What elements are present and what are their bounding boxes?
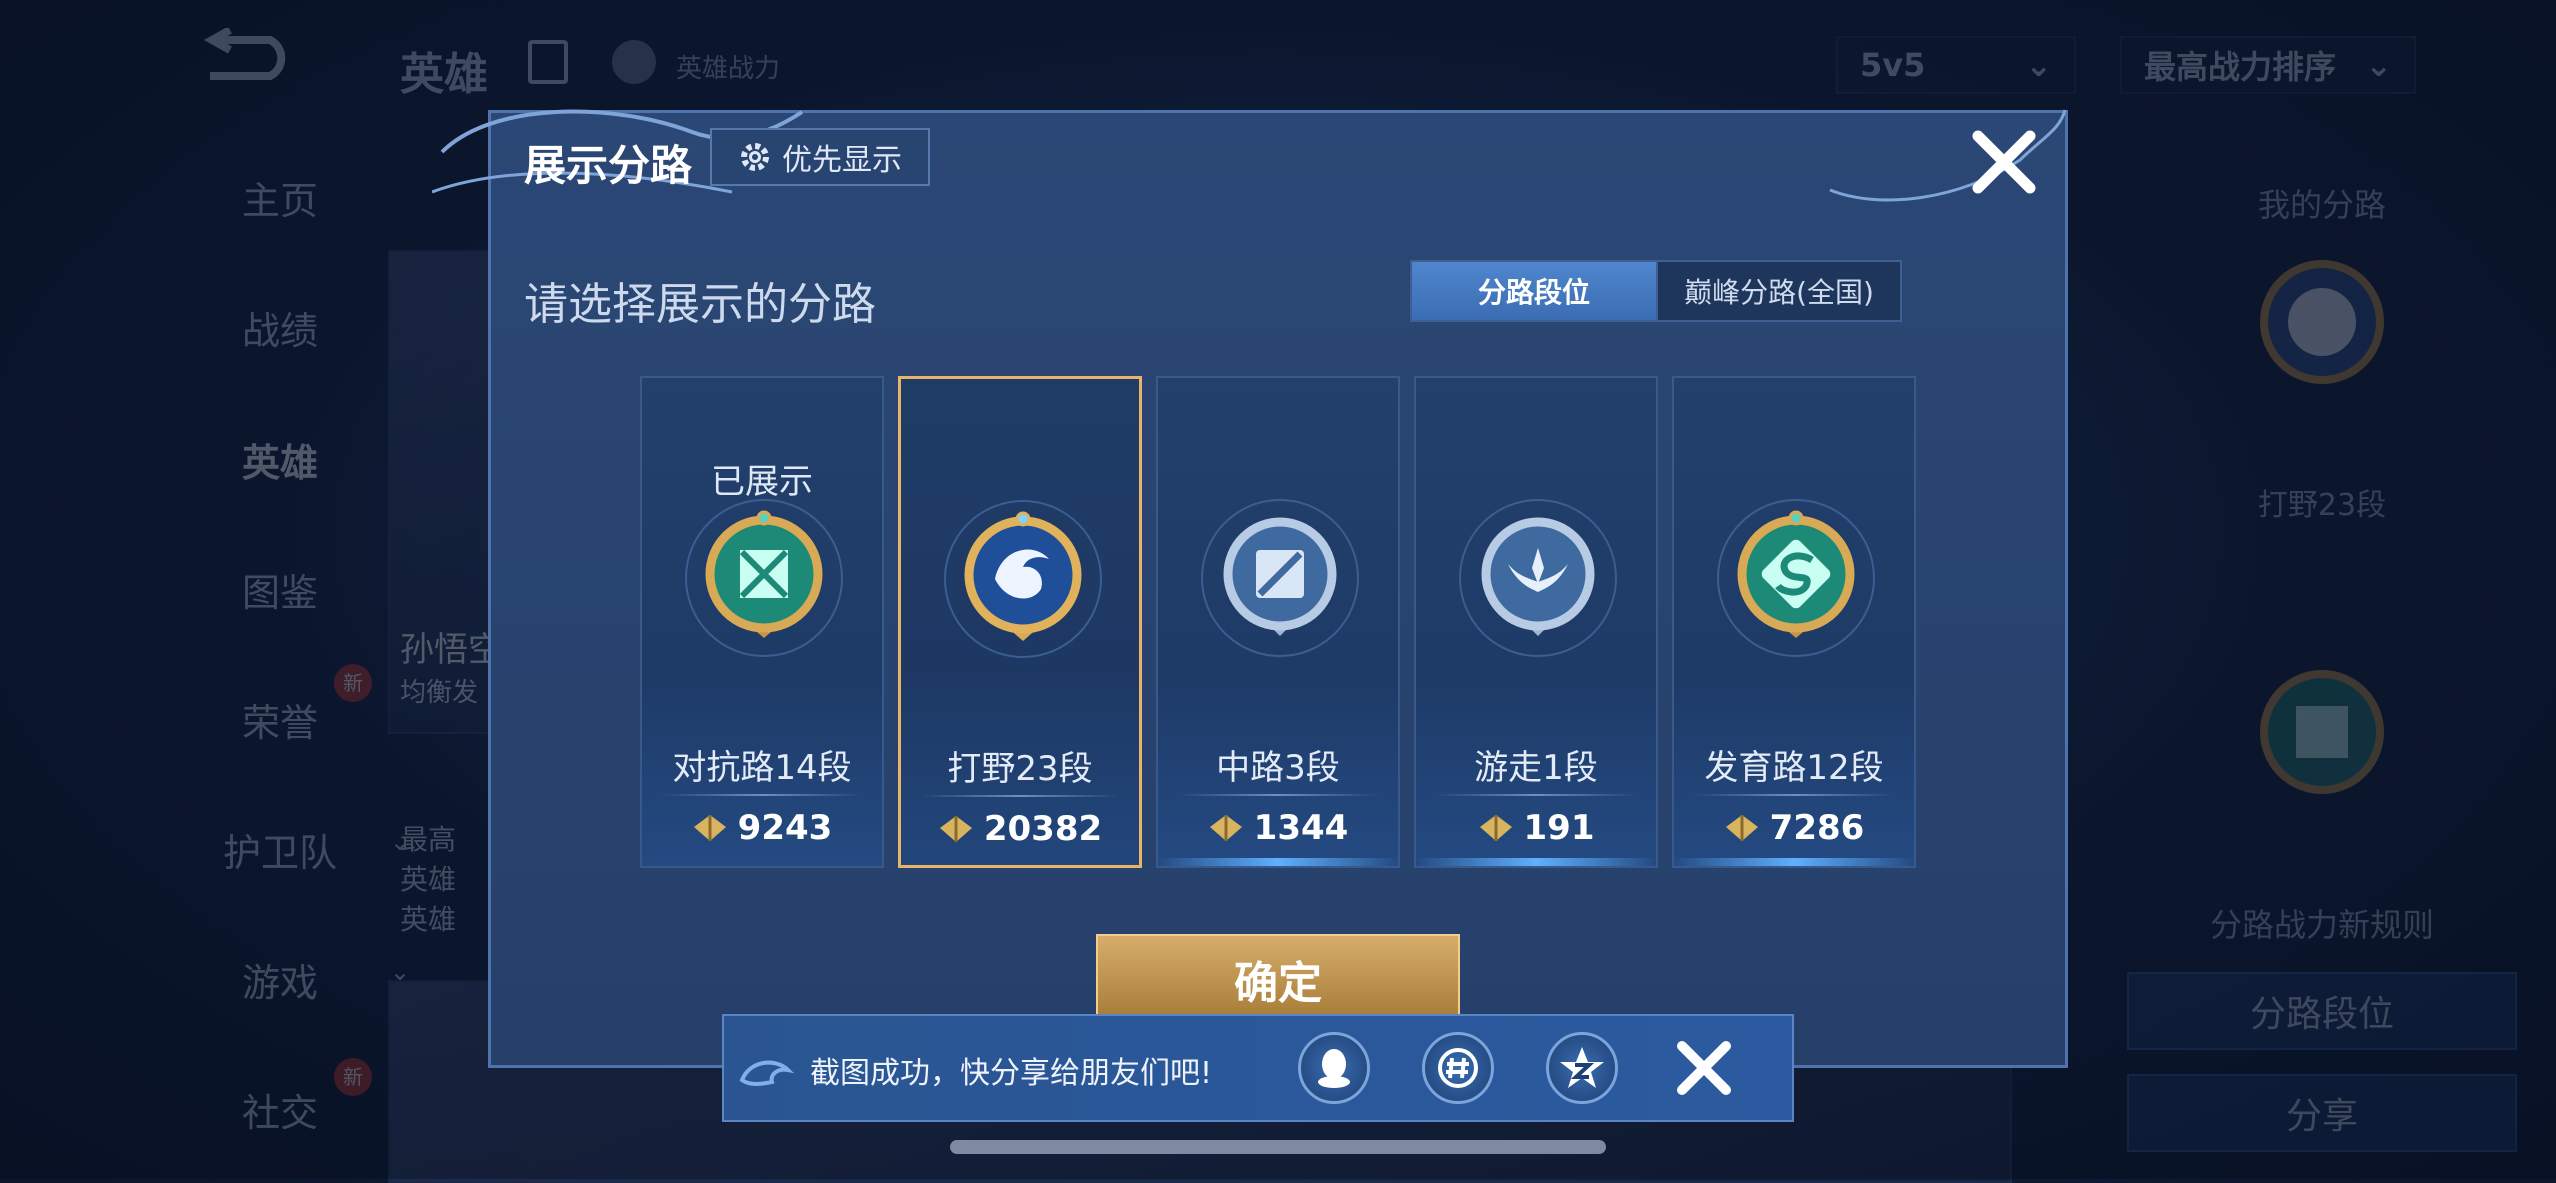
home-indicator[interactable] [950, 1140, 1606, 1154]
dialog-subtitle: 请选择展示的分路 [524, 279, 876, 330]
score-value: 7286 [1769, 808, 1865, 848]
close-icon[interactable] [1966, 124, 2042, 200]
divider [1178, 794, 1378, 796]
lane-card-clash[interactable]: 已展示 对抗路14段 9243 [640, 376, 884, 868]
lane-rank: 发育路12段 [1704, 748, 1884, 788]
lane-card-farm[interactable]: 发育路12段 7286 [1672, 376, 1916, 868]
confirm-button[interactable]: 确定 [1096, 934, 1460, 1024]
lane-card-roam[interactable]: 游走1段 191 [1414, 376, 1658, 868]
close-icon[interactable] [1672, 1036, 1736, 1100]
lane-rank: 对抗路14段 [672, 748, 852, 788]
toast-message: 截图成功，快分享给朋友们吧! [810, 1056, 1213, 1091]
qzone-icon[interactable] [1546, 1032, 1618, 1104]
tab-lane-rank[interactable]: 分路段位 [1410, 260, 1658, 322]
lane-rank: 打野23段 [947, 749, 1093, 789]
divider [662, 794, 862, 796]
card-glow [1158, 858, 1398, 866]
lane-card-jungle[interactable]: 打野23段 20382 [898, 376, 1142, 868]
lane-score: 20382 [901, 809, 1139, 849]
confirm-label: 确定 [1234, 958, 1322, 1009]
tab-peak-lane[interactable]: 巅峰分路(全国) [1656, 260, 1902, 322]
mid-lane-emblem-icon [1201, 499, 1359, 657]
lane-score: 1344 [1158, 808, 1398, 848]
gear-icon [741, 143, 769, 171]
divider [1694, 794, 1894, 796]
priority-display-button[interactable]: 优先显示 [710, 128, 930, 186]
dialog-title: 展示分路 [524, 141, 693, 190]
lane-score: 9243 [642, 808, 882, 848]
score-value: 191 [1523, 808, 1595, 848]
power-icon [1725, 815, 1758, 841]
farm-lane-emblem-icon [1717, 499, 1875, 657]
card-glow [1416, 858, 1656, 866]
score-value: 1344 [1253, 808, 1349, 848]
priority-display-label: 优先显示 [782, 143, 902, 178]
wechat-moments-icon[interactable] [1422, 1032, 1494, 1104]
lane-score: 191 [1416, 808, 1656, 848]
qq-icon[interactable] [1298, 1032, 1370, 1104]
roam-emblem-icon [1459, 499, 1617, 657]
power-icon [939, 816, 972, 842]
divider [921, 795, 1119, 797]
lane-rank: 游走1段 [1474, 748, 1598, 788]
power-icon [1209, 815, 1242, 841]
score-value: 20382 [983, 809, 1103, 849]
cloud-ornament-icon [739, 1060, 795, 1086]
score-value: 9243 [737, 808, 833, 848]
card-glow [1674, 858, 1914, 866]
divider [1436, 794, 1636, 796]
lane-card-mid[interactable]: 中路3段 1344 [1156, 376, 1400, 868]
power-icon [693, 815, 726, 841]
lane-rank: 中路3段 [1216, 748, 1340, 788]
lane-score: 7286 [1674, 808, 1914, 848]
jungle-emblem-icon [944, 500, 1102, 658]
power-icon [1479, 815, 1512, 841]
clash-lane-emblem-icon [685, 499, 843, 657]
